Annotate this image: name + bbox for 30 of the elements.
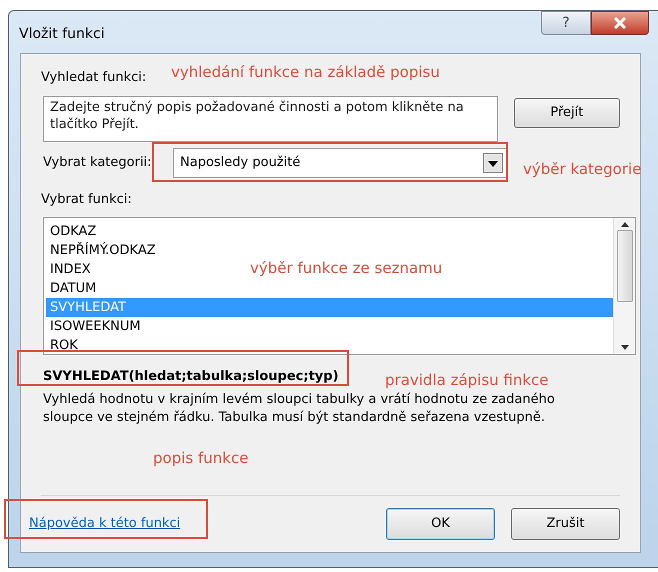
- dialog-button[interactable]: OK: [386, 508, 495, 540]
- annotation-text: vyhledání funkce na základě popisu: [171, 62, 440, 83]
- function-syntax: SVYHLEDAT(hledat;tabulka;sloupec;typ): [43, 368, 339, 386]
- scrollbar[interactable]: [613, 218, 635, 354]
- close-icon: [613, 17, 627, 29]
- category-label: Vybrat kategorii:: [43, 154, 153, 172]
- help-link[interactable]: Nápověda k této funkci: [29, 514, 180, 534]
- function-description: Vyhledá hodnotu v krajním levém sloupci tabulky a vrátí hodnotu ze zadaného sloupce ve stejném řádku. Tabulka musí být standardně seřazena vzestupně.: [43, 390, 556, 426]
- help-button[interactable]: ?: [541, 11, 591, 35]
- function-list-label: Vybrat funkci:: [41, 190, 133, 208]
- annotation-text: popis funkce: [153, 448, 248, 469]
- function-item[interactable]: NEPŘÍMÝ.ODKAZ: [46, 241, 160, 260]
- scroll-up-icon: [620, 222, 628, 227]
- search-field[interactable]: Zadejte stručný popis požadované činnosti a potom klikněte na tlačítko Přejít.: [43, 96, 498, 142]
- go-button[interactable]: Přejít: [514, 98, 620, 128]
- scroll-down-icon: [620, 345, 628, 350]
- function-item[interactable]: DATUM: [46, 279, 100, 298]
- function-item[interactable]: INDEX: [46, 260, 95, 279]
- category-dropdown[interactable]: Naposledy použité: [173, 148, 507, 178]
- annotation-text: výběr funkce ze seznamu: [250, 258, 442, 279]
- dialog-button[interactable]: Zrušit: [511, 508, 620, 540]
- search-label: Vyhledat funkci:: [41, 69, 146, 87]
- annotation-text: pravidla zápisu finkce: [385, 370, 549, 391]
- function-item[interactable]: ODKAZ: [46, 222, 100, 241]
- scroll-thumb[interactable]: [616, 230, 632, 302]
- function-item[interactable]: ISOWEEKNUM: [46, 317, 145, 336]
- function-item[interactable]: ROK: [46, 336, 82, 354]
- annotation-text: výběr kategorie: [523, 159, 642, 180]
- window-title: Vložit funkci: [19, 25, 105, 44]
- close-button[interactable]: [591, 11, 649, 35]
